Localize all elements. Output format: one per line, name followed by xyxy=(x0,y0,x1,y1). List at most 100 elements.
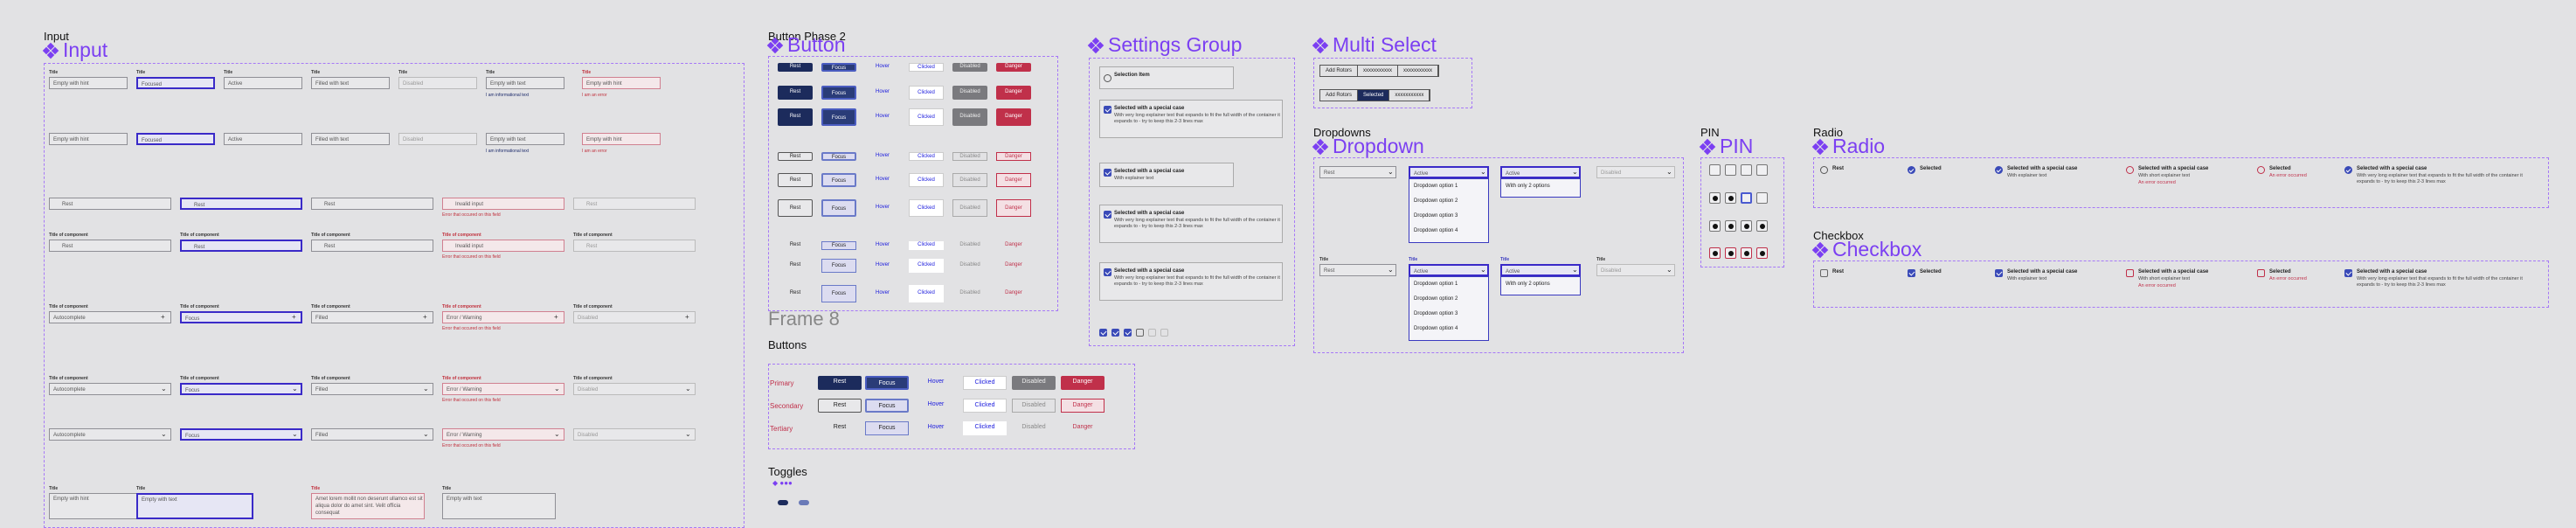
text-input[interactable]: Empty with hint xyxy=(49,77,128,89)
text-input[interactable]: Disabled xyxy=(398,133,477,145)
settings-item[interactable]: Selected with a special case With very lo… xyxy=(1099,205,1283,243)
autocomplete-input[interactable]: Autocomplete xyxy=(49,428,171,441)
button-hover[interactable]: Hover xyxy=(865,285,900,302)
button-hover[interactable]: Hover xyxy=(865,63,900,72)
button-danger[interactable]: Danger xyxy=(1061,376,1104,390)
textarea[interactable]: Amet lorem mollit non deserunt ullamco e… xyxy=(311,493,425,519)
button-disabled[interactable]: Disabled xyxy=(952,86,987,100)
dropdown-select[interactable]: Active xyxy=(1409,264,1489,276)
pin-digit-input[interactable] xyxy=(1709,164,1721,176)
button-clicked[interactable]: Clicked xyxy=(963,421,1007,435)
multiselect-option[interactable]: xxxxxxxxxxx xyxy=(1398,66,1439,76)
settings-item[interactable]: Selection Item xyxy=(1099,66,1234,89)
dropdown-select[interactable]: Rest xyxy=(1319,264,1396,276)
button-focus[interactable]: Focus xyxy=(821,86,856,100)
button-hover[interactable]: Hover xyxy=(865,241,900,250)
radio-button[interactable] xyxy=(1104,74,1111,82)
radio-button[interactable] xyxy=(2126,166,2134,174)
button-clicked[interactable]: Clicked xyxy=(909,285,944,302)
autocomplete-input[interactable]: Error / Warning xyxy=(442,428,564,441)
button-focus[interactable]: Focus xyxy=(865,399,909,413)
search-input[interactable]: Rest xyxy=(311,240,433,252)
autocomplete-input[interactable]: Error / Warning xyxy=(442,383,564,395)
pin-digit-input[interactable] xyxy=(1725,247,1736,259)
button-rest[interactable]: Rest xyxy=(778,108,813,126)
checkbox[interactable] xyxy=(1104,169,1111,177)
dropdown-select[interactable]: Disabled xyxy=(1596,264,1675,276)
pin-digit-input[interactable] xyxy=(1725,164,1736,176)
button-focus[interactable]: Focus xyxy=(821,285,856,302)
dropdown-select[interactable]: Disabled xyxy=(1596,166,1675,178)
search-input[interactable]: Rest xyxy=(573,240,696,252)
button-disabled[interactable]: Disabled xyxy=(1012,376,1056,390)
button-rest[interactable]: Rest xyxy=(818,399,862,413)
button-danger[interactable]: Danger xyxy=(996,199,1031,217)
button-focus[interactable]: Focus xyxy=(821,108,856,126)
button-focus[interactable]: Focus xyxy=(865,376,909,390)
dropdown-select[interactable]: Rest xyxy=(1319,166,1396,178)
button-rest[interactable]: Rest xyxy=(778,63,813,72)
button-rest[interactable]: Rest xyxy=(778,173,813,187)
autocomplete-input[interactable]: Filled xyxy=(311,428,433,441)
autocomplete-input[interactable]: Disabled xyxy=(573,311,696,323)
radio-button[interactable] xyxy=(1908,166,1915,174)
checkbox[interactable] xyxy=(2126,269,2134,277)
dropdown-menu[interactable]: With only 2 options xyxy=(1500,276,1581,295)
button-disabled[interactable]: Disabled xyxy=(952,63,987,72)
search-input[interactable]: Rest xyxy=(311,198,433,210)
text-input[interactable]: Empty with hint xyxy=(582,133,661,145)
button-danger[interactable]: Danger xyxy=(996,285,1031,302)
radio-button[interactable] xyxy=(2344,166,2352,174)
pin-digit-input[interactable] xyxy=(1709,220,1721,232)
search-input[interactable]: Invalid input xyxy=(442,240,564,252)
toggle-switch[interactable] xyxy=(799,500,809,505)
button-hover[interactable]: Hover xyxy=(865,108,900,126)
button-clicked[interactable]: Clicked xyxy=(909,63,944,72)
multiselect-option[interactable]: xxxxxxxxxxx xyxy=(1389,90,1430,101)
button-hover[interactable]: Hover xyxy=(865,152,900,161)
button-focus[interactable]: Focus xyxy=(821,259,856,273)
text-input[interactable]: Focused xyxy=(136,77,215,89)
multiselect-row[interactable]: Add Rotors Selected xxxxxxxxxxx xyxy=(1319,89,1431,101)
button-disabled[interactable]: Disabled xyxy=(1012,421,1056,435)
button-hover[interactable]: Hover xyxy=(865,173,900,187)
autocomplete-input[interactable]: Disabled xyxy=(573,428,696,441)
button-danger[interactable]: Danger xyxy=(1061,399,1104,413)
dropdown-menu[interactable]: With only 2 options xyxy=(1500,178,1581,198)
button-danger[interactable]: Danger xyxy=(996,241,1031,250)
autocomplete-input[interactable]: Autocomplete xyxy=(49,383,171,395)
dropdown-option[interactable]: Dropdown option 3 xyxy=(1409,307,1488,322)
pin-digit-input[interactable] xyxy=(1709,192,1721,204)
dropdown-option[interactable]: Dropdown option 2 xyxy=(1409,292,1488,307)
pin-digit-input[interactable] xyxy=(1756,220,1768,232)
textarea[interactable]: Empty with text xyxy=(136,493,253,519)
checkbox[interactable] xyxy=(2344,269,2352,277)
button-danger[interactable]: Danger xyxy=(996,108,1031,126)
text-input[interactable]: Focused xyxy=(136,133,215,145)
button-rest[interactable]: Rest xyxy=(818,421,862,435)
button-rest[interactable]: Rest xyxy=(778,241,813,250)
text-input[interactable]: Active xyxy=(224,133,302,145)
button-hover[interactable]: Hover xyxy=(914,421,958,435)
text-input[interactable]: Active xyxy=(224,77,302,89)
button-clicked[interactable]: Clicked xyxy=(963,376,1007,390)
button-disabled[interactable]: Disabled xyxy=(952,241,987,250)
button-danger[interactable]: Danger xyxy=(996,152,1031,161)
search-input[interactable]: Invalid input xyxy=(442,198,564,210)
button-clicked[interactable]: Clicked xyxy=(909,199,944,217)
button-hover[interactable]: Hover xyxy=(865,259,900,273)
checkbox[interactable] xyxy=(2257,269,2265,277)
settings-item[interactable]: Selected with a special case With explain… xyxy=(1099,163,1234,187)
button-clicked[interactable]: Clicked xyxy=(909,86,944,100)
textarea[interactable]: Empty with text xyxy=(442,493,556,519)
dropdown-option[interactable]: Dropdown option 2 xyxy=(1409,194,1488,209)
autocomplete-input[interactable]: Filled xyxy=(311,383,433,395)
radio-button[interactable] xyxy=(1820,166,1828,174)
pin-digit-input[interactable] xyxy=(1709,247,1721,259)
button-rest[interactable]: Rest xyxy=(778,86,813,100)
checkbox[interactable] xyxy=(1111,329,1119,337)
checkbox[interactable] xyxy=(1104,211,1111,219)
button-danger[interactable]: Danger xyxy=(996,173,1031,187)
checkbox[interactable] xyxy=(1104,106,1111,114)
button-hover[interactable]: Hover xyxy=(865,199,900,217)
